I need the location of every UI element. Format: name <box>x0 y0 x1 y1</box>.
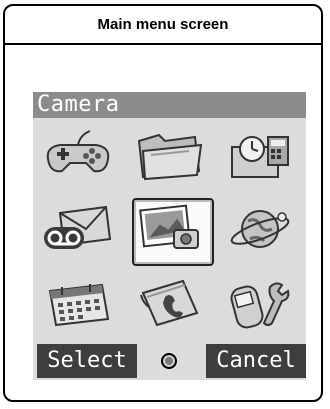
menu-item-tools[interactable] <box>215 118 305 192</box>
menu-item-browser[interactable] <box>215 192 305 266</box>
menu-item-phonebook[interactable] <box>124 266 214 340</box>
select-softkey[interactable]: Select <box>37 344 137 378</box>
gamepad-icon <box>46 130 110 173</box>
menu-item-camera[interactable] <box>124 192 214 266</box>
calendar-icon <box>48 283 110 327</box>
globe-browser-icon <box>230 210 290 248</box>
figure-caption: Main menu screen <box>5 6 321 45</box>
figure-frame: Main menu screen Camera Select Cancel <box>3 4 323 402</box>
phone-settings-icon <box>230 282 290 329</box>
phonebook-icon <box>140 279 199 327</box>
menu-item-data-folder[interactable] <box>124 118 214 192</box>
menu-item-games[interactable] <box>33 118 123 192</box>
cancel-softkey[interactable]: Cancel <box>206 344 306 378</box>
menu-item-schedule[interactable] <box>33 266 123 340</box>
center-key-icon[interactable] <box>161 353 177 369</box>
softkey-bar: Select Cancel <box>33 344 306 378</box>
folder-icon <box>137 133 203 181</box>
voicemail-icon <box>44 205 112 249</box>
screen-title: Camera <box>33 92 306 118</box>
camera-photos-icon <box>139 204 199 249</box>
menu-item-messages[interactable] <box>33 192 123 266</box>
main-menu-grid <box>33 118 306 342</box>
clock-calculator-icon <box>231 136 289 178</box>
menu-item-settings[interactable] <box>215 266 305 340</box>
phone-screen: Camera Select Cancel <box>33 92 306 380</box>
